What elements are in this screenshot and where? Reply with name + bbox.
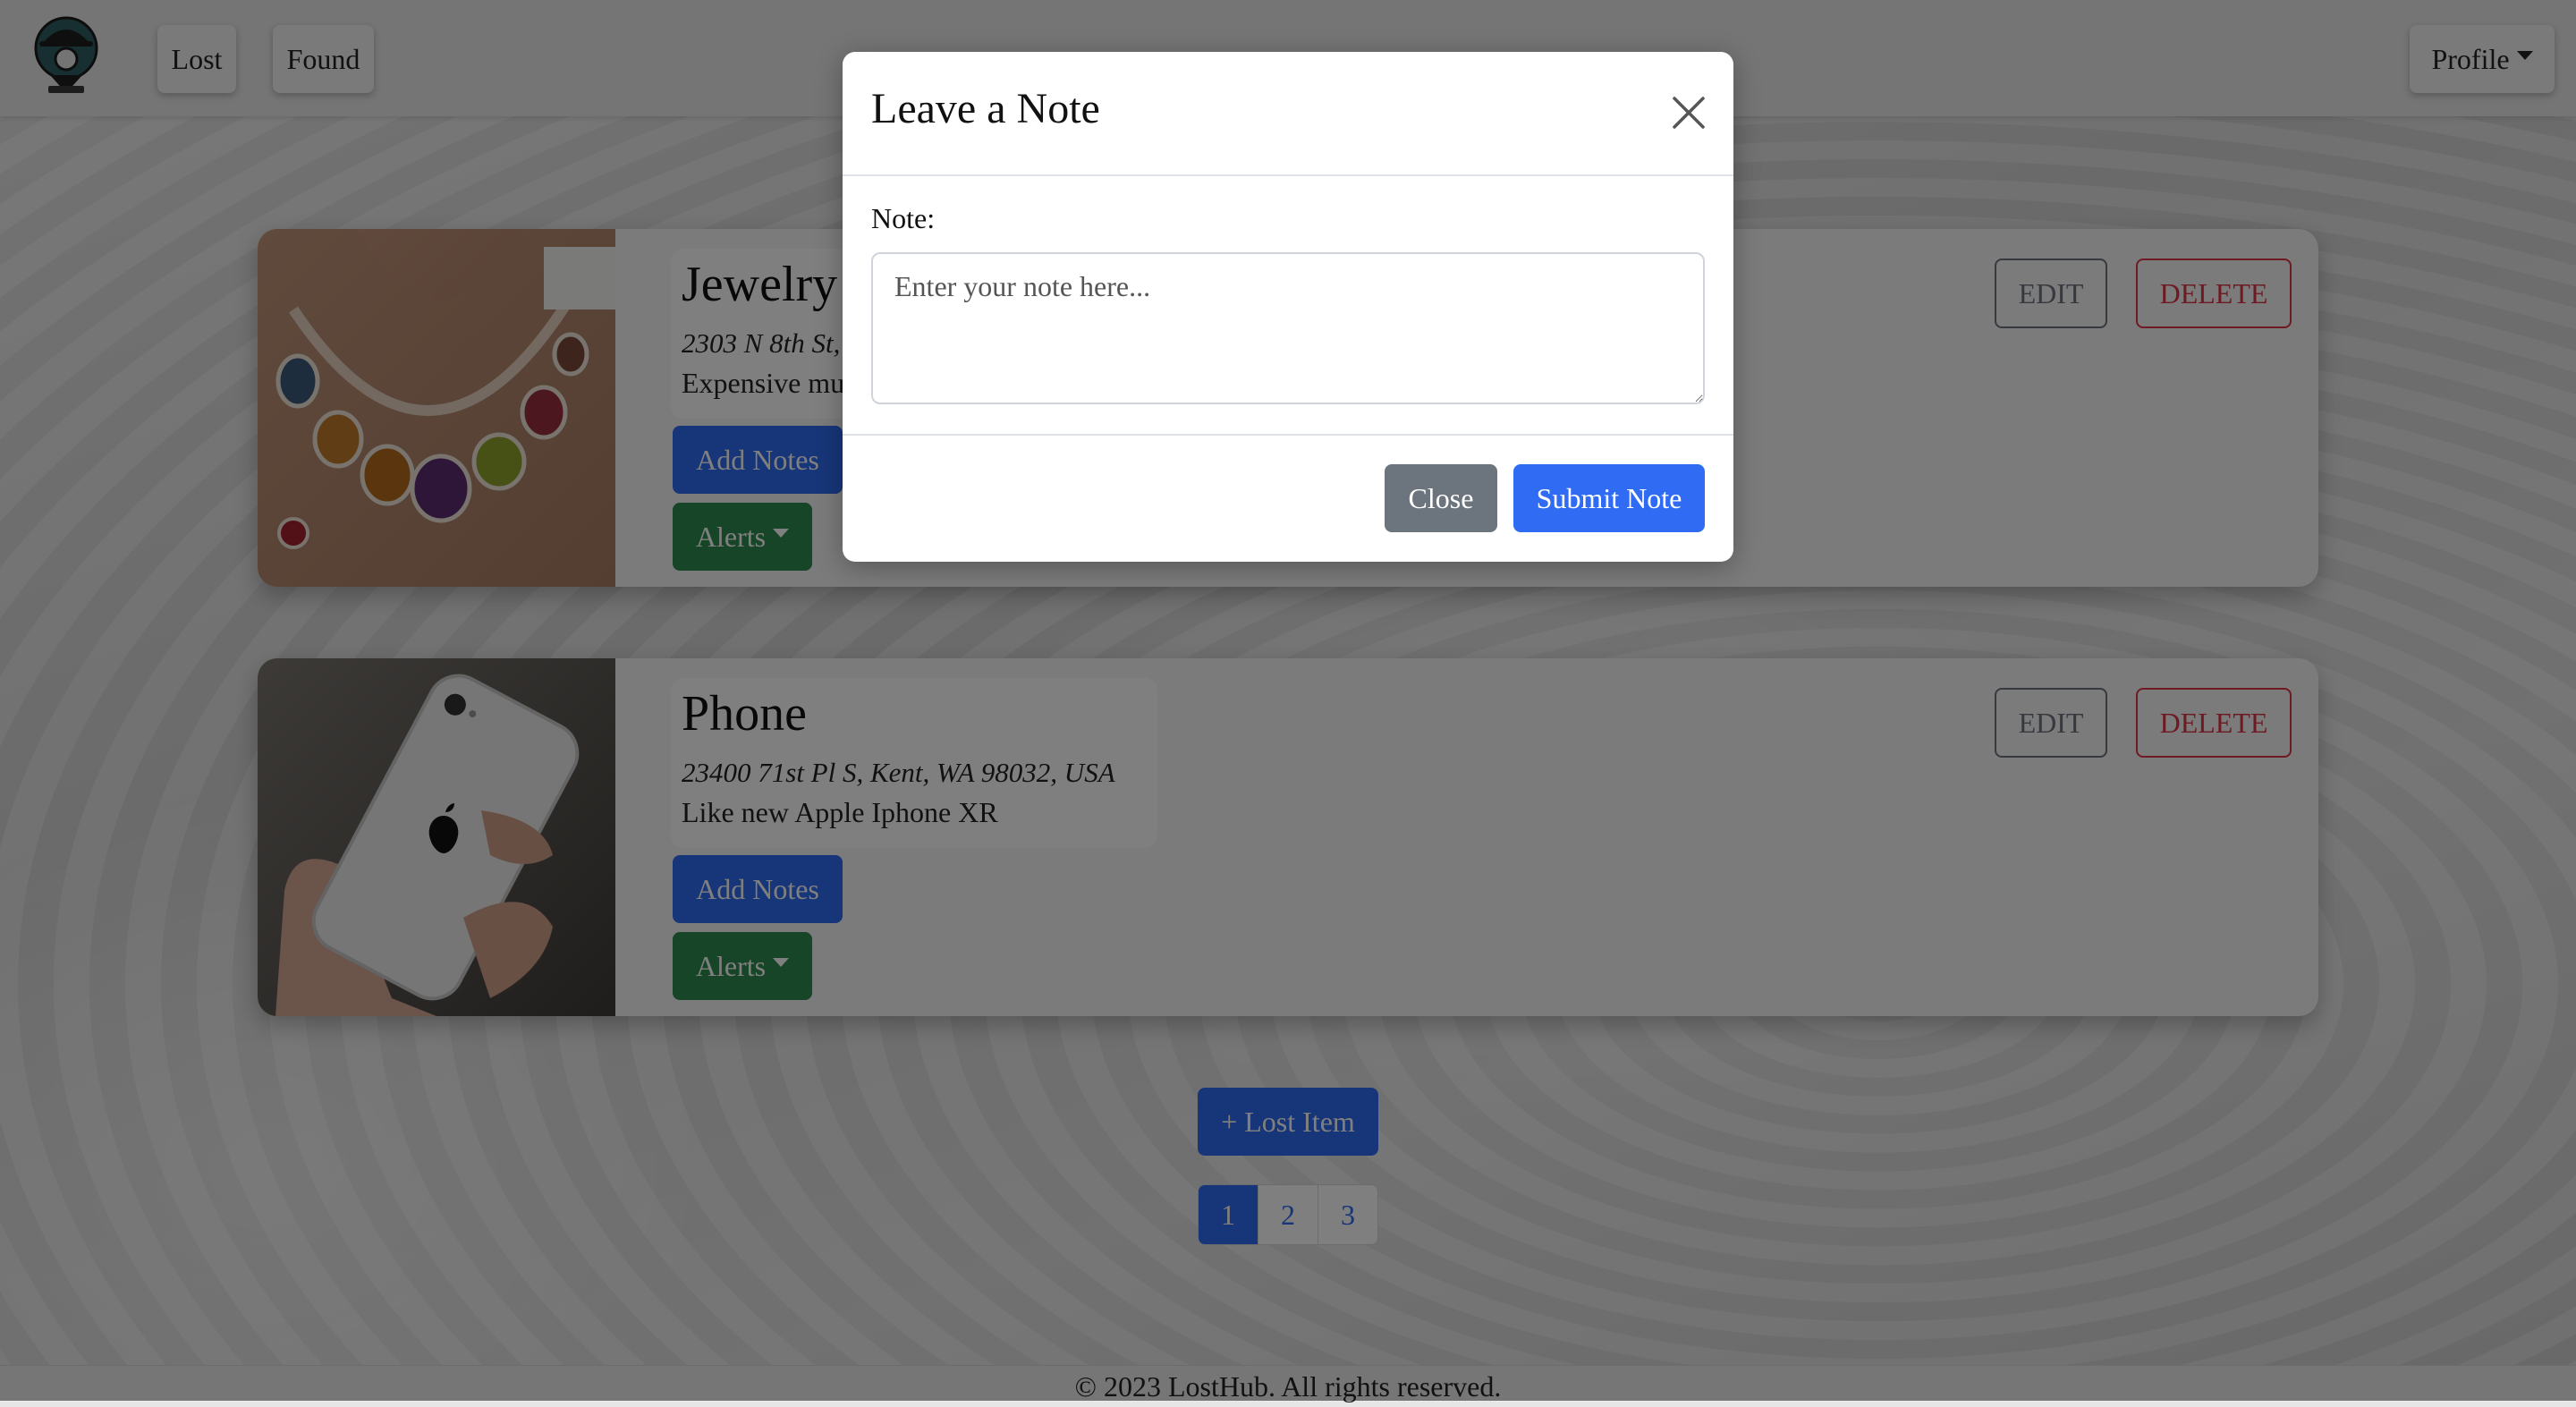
- close-button[interactable]: Close: [1385, 464, 1497, 532]
- submit-note-label: Submit Note: [1536, 481, 1682, 514]
- modal-title: Leave a Note: [871, 85, 1100, 132]
- leave-note-modal: Leave a Note Note: Close Submit Note: [843, 52, 1733, 562]
- note-textarea[interactable]: [871, 252, 1705, 404]
- modal-header: Leave a Note: [843, 52, 1733, 176]
- submit-note-button[interactable]: Submit Note: [1513, 464, 1705, 532]
- note-label: Note:: [871, 202, 936, 234]
- modal-footer: Close Submit Note: [843, 434, 1733, 564]
- close-icon[interactable]: [1669, 93, 1708, 132]
- close-label: Close: [1408, 481, 1474, 514]
